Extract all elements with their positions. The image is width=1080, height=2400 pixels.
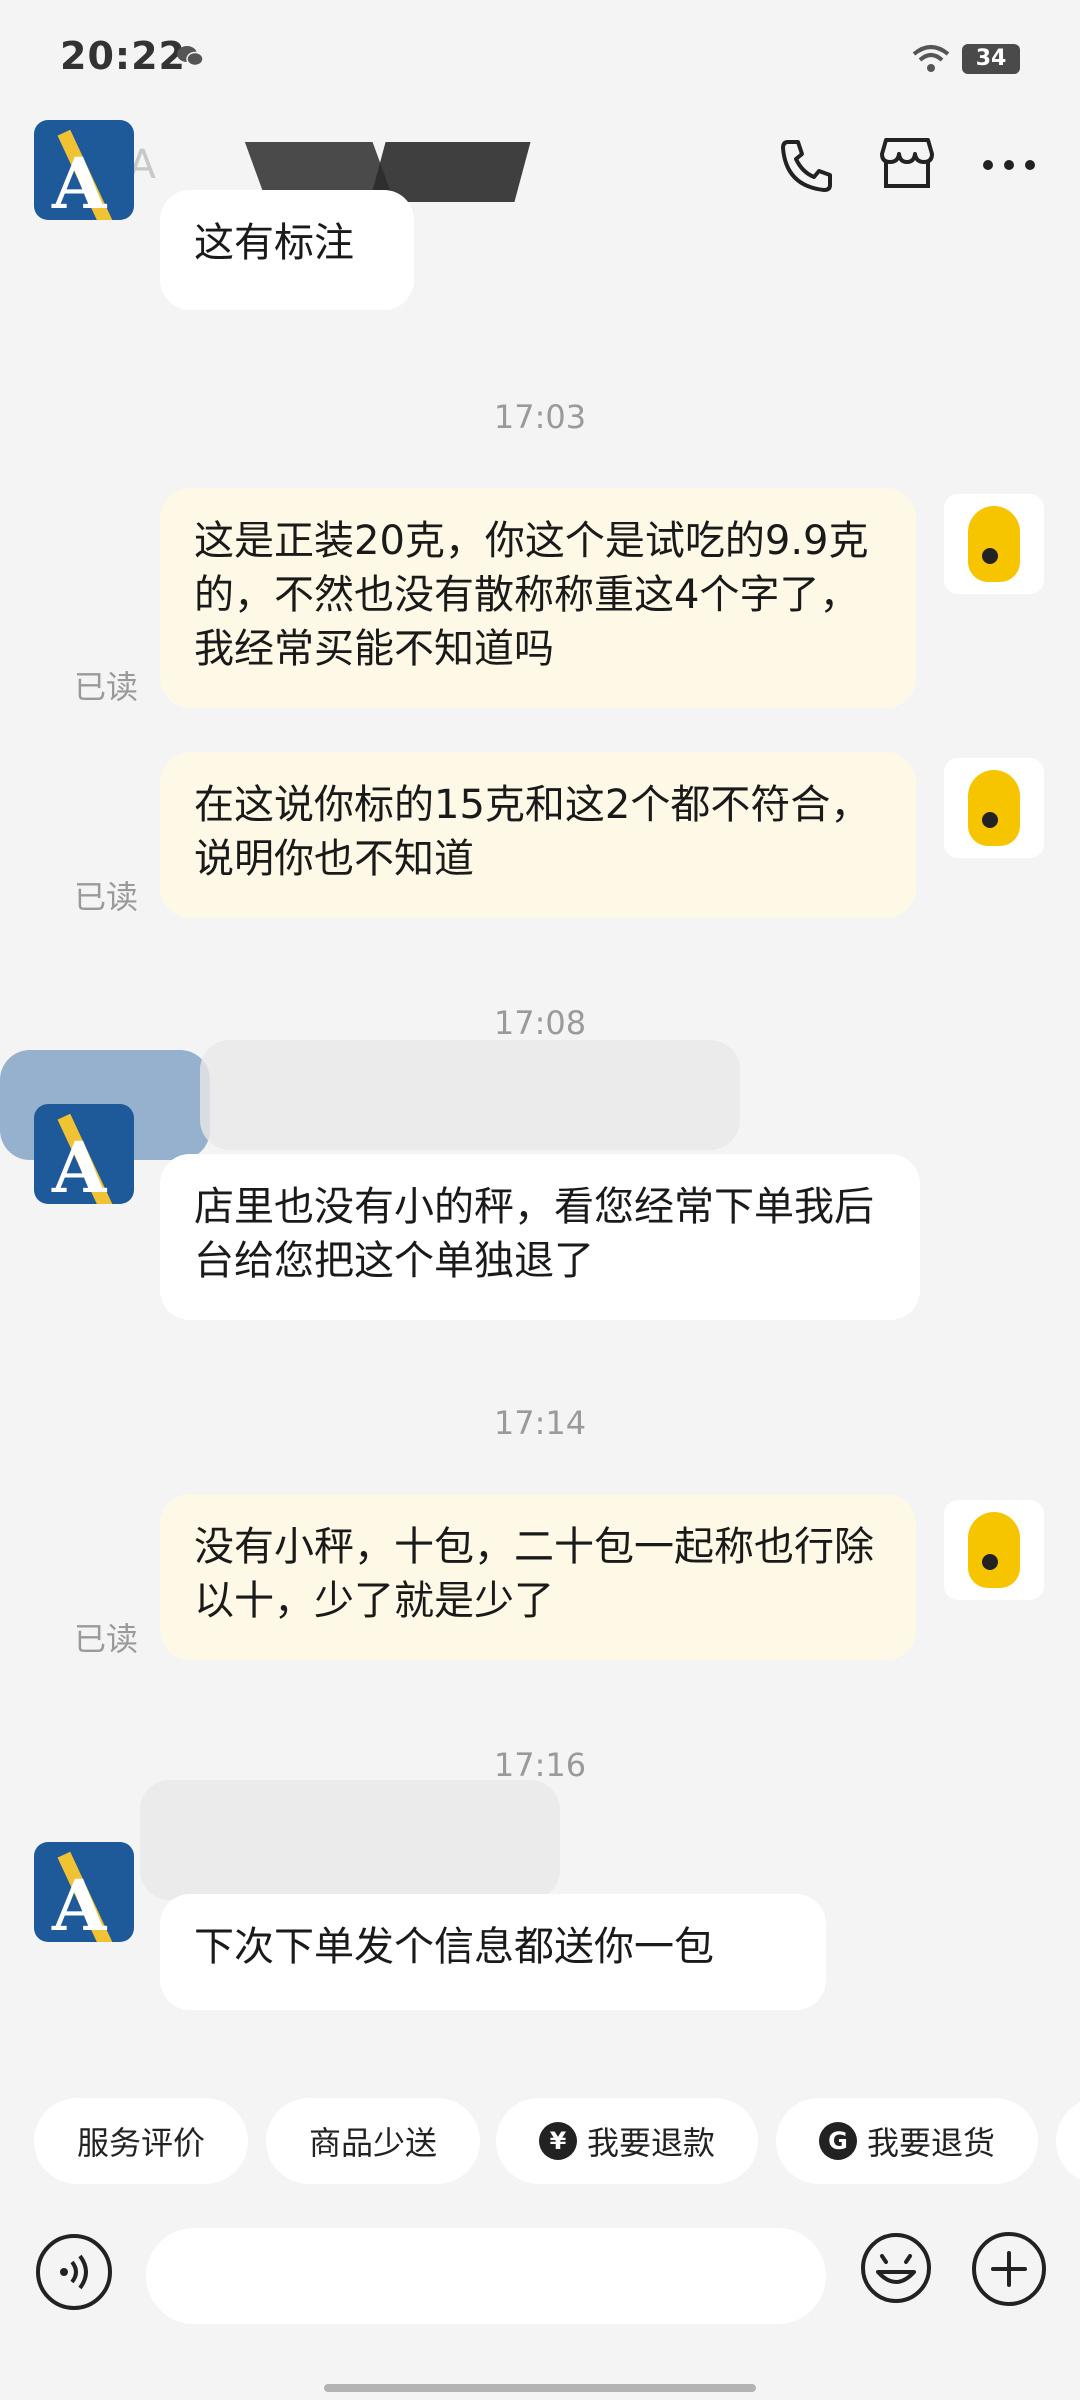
more-icon[interactable] bbox=[978, 140, 1040, 190]
message-text: 在这说你标的15克和这2个都不符合，说明你也不知道 bbox=[194, 782, 871, 882]
message-text: 没有小秤，十包，二十包一起称也行除以十，少了就是少了 bbox=[194, 1524, 874, 1624]
message-input[interactable] bbox=[146, 2228, 826, 2324]
message-text: 这是正装20克，你这个是试吃的9.9克的，不然也没有散称称重这4个字了，我经常买… bbox=[194, 518, 869, 672]
message-text: 这有标注 bbox=[194, 220, 354, 266]
shop-avatar[interactable]: A bbox=[34, 1842, 134, 1942]
voice-button[interactable] bbox=[36, 2234, 112, 2310]
quick-actions: 服务评价 商品少送 ¥ 我要退款 G 我要退货 bbox=[0, 2098, 1080, 2186]
message-bubble[interactable]: 下次下单发个信息都送你一包 bbox=[160, 1894, 826, 2010]
redaction-mark bbox=[140, 1780, 560, 1900]
message-bubble[interactable]: 在这说你标的15克和这2个都不符合，说明你也不知道 bbox=[160, 752, 916, 918]
message-text: 店里也没有小的秤，看您经常下单我后台给您把这个单独退了 bbox=[194, 1184, 874, 1284]
quick-action-more[interactable] bbox=[1056, 2098, 1080, 2184]
quick-action-service-rating[interactable]: 服务评价 bbox=[34, 2098, 248, 2184]
shop-avatar[interactable]: A bbox=[34, 1104, 134, 1204]
my-avatar[interactable] bbox=[944, 494, 1044, 594]
message-bubble[interactable]: 没有小秤，十包，二十包一起称也行除以十，少了就是少了 bbox=[160, 1494, 916, 1660]
shop-avatar[interactable]: A bbox=[34, 120, 134, 220]
message-bubble[interactable]: 店里也没有小的秤，看您经常下单我后台给您把这个单独退了 bbox=[160, 1154, 920, 1320]
voice-icon bbox=[60, 2254, 88, 2290]
emoji-icon[interactable] bbox=[858, 2230, 934, 2306]
quick-action-return[interactable]: G 我要退货 bbox=[776, 2098, 1038, 2184]
read-status: 已读 bbox=[74, 878, 139, 916]
read-status: 已读 bbox=[74, 1620, 139, 1658]
phone-icon[interactable] bbox=[774, 132, 840, 198]
return-icon: G bbox=[818, 2122, 857, 2160]
timestamp: 17:16 bbox=[493, 1746, 587, 1784]
my-avatar[interactable] bbox=[944, 1500, 1044, 1600]
status-bar: 20:22 34 bbox=[0, 0, 1080, 120]
timestamp: 17:14 bbox=[493, 1404, 587, 1442]
timestamp: 17:08 bbox=[493, 1004, 587, 1042]
redaction-mark bbox=[200, 1040, 740, 1150]
yuan-icon: ¥ bbox=[538, 2122, 577, 2160]
timestamp: 17:03 bbox=[493, 398, 587, 436]
wechat-icon bbox=[177, 46, 204, 67]
chat-header: AA bbox=[0, 120, 1080, 220]
read-status: 已读 bbox=[74, 668, 139, 706]
quick-action-refund[interactable]: ¥ 我要退款 bbox=[496, 2098, 758, 2184]
my-avatar[interactable] bbox=[944, 758, 1044, 858]
quick-action-missing-items[interactable]: 商品少送 bbox=[266, 2098, 480, 2184]
store-icon[interactable] bbox=[874, 130, 940, 196]
home-indicator[interactable] bbox=[324, 2384, 756, 2392]
message-bubble[interactable]: 这有标注 bbox=[160, 190, 414, 310]
status-time: 20:22 bbox=[60, 34, 186, 78]
message-bubble[interactable]: 这是正装20克，你这个是试吃的9.9克的，不然也没有散称称重这4个字了，我经常买… bbox=[160, 488, 916, 708]
message-list[interactable]: A 这有标注 17:03 已读 这是正装20克，你这个是试吃的9.9克的，不然也… bbox=[0, 120, 1080, 2070]
plus-button[interactable] bbox=[972, 2232, 1046, 2306]
battery-icon: 34 bbox=[962, 44, 1020, 74]
input-bar bbox=[0, 2220, 1080, 2330]
wifi-icon bbox=[912, 45, 950, 72]
plus-icon bbox=[991, 2251, 1027, 2287]
message-text: 下次下单发个信息都送你一包 bbox=[194, 1924, 714, 1970]
